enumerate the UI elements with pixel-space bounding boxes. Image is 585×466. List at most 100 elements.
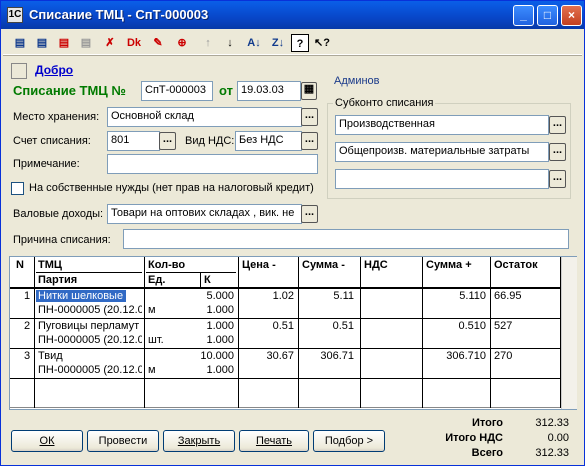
total-value: 312.33	[535, 417, 569, 429]
grand-total-value: 312.33	[535, 447, 569, 459]
gross-field[interactable]: Товари на оптових складах , вик. не	[107, 204, 302, 224]
sort-asc-icon[interactable]: A↓	[245, 34, 263, 52]
minimize-button[interactable]: _	[513, 5, 534, 26]
close-doc-button[interactable]: Закрыть	[163, 430, 235, 452]
help-icon[interactable]: ?	[291, 34, 309, 52]
vat-field[interactable]: Без НДС	[235, 131, 302, 151]
col-vat[interactable]: НДС	[364, 259, 388, 271]
subconto3-field[interactable]	[335, 169, 549, 189]
storage-field[interactable]: Основной склад	[107, 107, 302, 127]
row1-batch[interactable]: ПН-0000005 (20.12.0	[38, 304, 142, 316]
account-select-button[interactable]: ...	[159, 132, 176, 150]
ok-button[interactable]: ОК	[11, 430, 83, 452]
maximize-button[interactable]: □	[537, 5, 558, 26]
title-bar[interactable]: 1C Списание ТМЦ - СпТ-000003 _ □ ×	[1, 1, 584, 29]
post-button[interactable]: Провести	[87, 430, 159, 452]
close-button[interactable]: ×	[561, 5, 582, 26]
col-sum-minus[interactable]: Сумма -	[302, 259, 345, 271]
total-vat-label: Итого НДС	[445, 432, 503, 444]
row1-k[interactable]: 1.000	[202, 304, 234, 316]
col-rest[interactable]: Остаток	[494, 259, 538, 271]
items-table[interactable]: N ТМЦ Партия Кол-во Ед. К Цена - Сумма -…	[9, 256, 577, 410]
sort-desc-icon[interactable]: Z↓	[269, 34, 287, 52]
row1-unit[interactable]: м	[148, 304, 156, 316]
dk-icon[interactable]: Dk	[125, 34, 143, 52]
dobro-link[interactable]: Добро	[35, 63, 73, 77]
doc-number-field[interactable]: СпТ-000003	[141, 81, 213, 101]
col-item[interactable]: ТМЦ	[38, 259, 62, 271]
reason-field[interactable]	[123, 229, 569, 249]
disabled-doc-icon[interactable]: ▤	[77, 34, 95, 52]
admin-label: Админов	[334, 75, 380, 87]
row2-qty[interactable]: 1.000	[148, 320, 234, 332]
status-box[interactable]	[11, 63, 27, 79]
row3-unit[interactable]: м	[148, 364, 156, 376]
subconto2-select-button[interactable]: ...	[549, 143, 566, 161]
row2-item[interactable]: Пуговицы перламут	[38, 320, 142, 332]
col-k[interactable]: К	[204, 274, 211, 286]
own-needs-checkbox[interactable]	[11, 182, 24, 195]
whatsthis-icon[interactable]: ↖?	[313, 34, 331, 52]
total-vat-value: 0.00	[547, 432, 569, 444]
delete-mark-icon[interactable]: ✗	[101, 34, 119, 52]
row1-price[interactable]: 1.02	[240, 290, 294, 302]
subconto3-select-button[interactable]: ...	[549, 170, 566, 188]
copy-doc-icon[interactable]: ▤	[33, 34, 51, 52]
note-label: Примечание:	[13, 158, 80, 170]
pick-button[interactable]: Подбор >	[313, 430, 385, 452]
edit-icon[interactable]: ✎	[149, 34, 167, 52]
row1-item[interactable]: Нитки шелковые	[36, 290, 126, 302]
delete-doc-icon[interactable]: ▤	[55, 34, 73, 52]
row2-k[interactable]: 1.000	[202, 334, 234, 346]
row3-price[interactable]: 30.67	[240, 350, 294, 362]
table-scrollbar[interactable]	[561, 257, 577, 409]
move-icon[interactable]: ⊕	[173, 34, 191, 52]
col-qty[interactable]: Кол-во	[148, 259, 185, 271]
row3-sum-plus[interactable]: 306.710	[424, 350, 486, 362]
vat-select-button[interactable]: ...	[301, 132, 318, 150]
row2-sum-minus[interactable]: 0.51	[300, 320, 354, 332]
col-n[interactable]: N	[16, 259, 24, 271]
grand-total-label: Всего	[471, 447, 503, 459]
subconto2-field[interactable]: Общепроизв. материальные затраты	[335, 142, 549, 162]
row1-sum-plus[interactable]: 5.110	[424, 290, 486, 302]
row1-qty[interactable]: 5.000	[148, 290, 234, 302]
account-field[interactable]: 801	[107, 131, 160, 151]
down-arrow-icon[interactable]: ↓	[221, 34, 239, 52]
note-field[interactable]	[107, 154, 318, 174]
toolbar: ▤ ▤ ▤ ▤ ✗ Dk ✎ ⊕ ↑ ↓ A↓ Z↓ ? ↖?	[3, 31, 582, 55]
row2-n: 2	[24, 320, 31, 332]
row2-price[interactable]: 0.51	[240, 320, 294, 332]
gross-select-button[interactable]: ...	[301, 205, 318, 223]
row1-sum-minus[interactable]: 5.11	[300, 290, 354, 302]
up-arrow-icon[interactable]: ↑	[199, 34, 217, 52]
print-button[interactable]: Печать	[239, 430, 309, 452]
own-needs-label: На собственные нужды (нет прав на налого…	[29, 182, 314, 194]
row2-sum-plus[interactable]: 0.510	[424, 320, 486, 332]
calendar-icon[interactable]: ▦	[301, 82, 317, 100]
row3-qty[interactable]: 10.000	[148, 350, 234, 362]
col-unit[interactable]: Ед.	[148, 274, 165, 286]
row3-rest[interactable]: 270	[494, 350, 512, 362]
col-sum-plus[interactable]: Сумма +	[426, 259, 472, 271]
subconto1-select-button[interactable]: ...	[549, 116, 566, 134]
row2-unit[interactable]: шт.	[148, 334, 164, 346]
storage-label: Место хранения:	[13, 111, 100, 123]
new-doc-icon[interactable]: ▤	[11, 34, 29, 52]
row3-k[interactable]: 1.000	[202, 364, 234, 376]
date-field[interactable]: 19.03.03	[237, 81, 301, 101]
row2-batch[interactable]: ПН-0000005 (20.12.0	[38, 334, 142, 346]
row3-sum-minus[interactable]: 306.71	[300, 350, 354, 362]
row3-item[interactable]: Твид	[38, 350, 142, 362]
row3-n: 3	[24, 350, 31, 362]
storage-select-button[interactable]: ...	[301, 108, 318, 126]
row3-batch[interactable]: ПН-0000005 (20.12.0	[38, 364, 142, 376]
total-label: Итого	[471, 417, 503, 429]
subconto1-field[interactable]: Производственная	[335, 115, 549, 135]
col-price[interactable]: Цена -	[242, 259, 276, 271]
row2-rest[interactable]: 527	[494, 320, 512, 332]
app-icon: 1C	[7, 7, 23, 23]
col-batch[interactable]: Партия	[38, 274, 77, 286]
doc-title: Списание ТМЦ №	[13, 83, 126, 98]
row1-rest[interactable]: 66.95	[494, 290, 522, 302]
